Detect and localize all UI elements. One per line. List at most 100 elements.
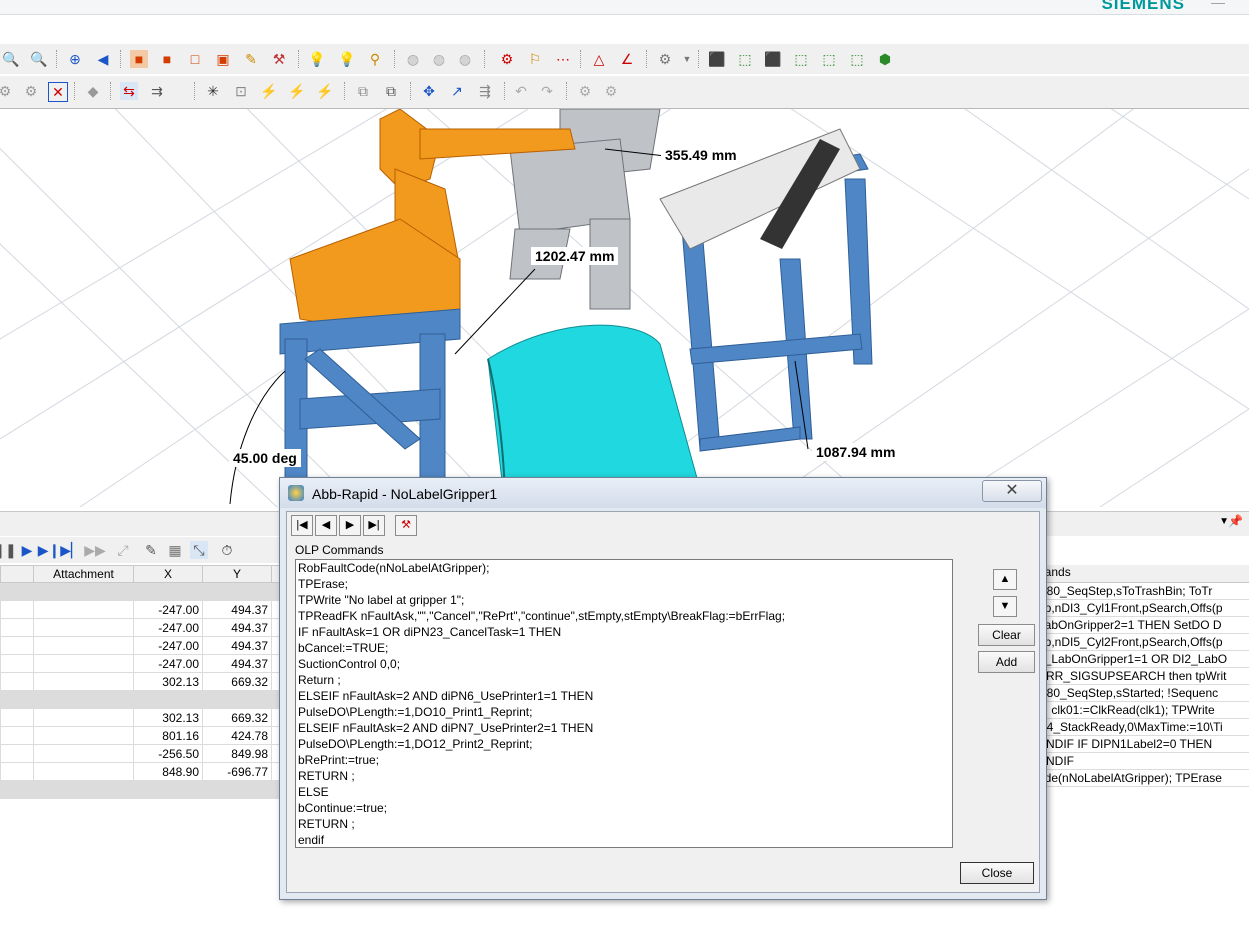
table-row[interactable]: -256.50 849.98 (0, 744, 285, 763)
table-row[interactable] (0, 582, 285, 601)
move-up-icon[interactable]: ▲ (993, 569, 1017, 590)
timer-icon[interactable]: ⏱ (218, 541, 236, 559)
y-cell[interactable]: 669.32 (202, 672, 272, 691)
x-cell[interactable] (133, 582, 203, 601)
robot-action-icon[interactable]: ⚒ (395, 515, 417, 536)
solid-render-icon[interactable]: ■ (130, 50, 148, 68)
align-icon[interactable]: ⇶ (476, 82, 494, 100)
gear-group-icon[interactable]: ⚙ (0, 82, 14, 100)
dialog-titlebar[interactable]: Abb-Rapid - NoLabelGripper1 ✕ (280, 478, 1046, 508)
clear-button[interactable]: Clear (978, 624, 1035, 646)
y-cell[interactable]: 494.37 (202, 618, 272, 637)
rotate-icon[interactable]: ↗ (448, 82, 466, 100)
olp-icon[interactable]: ⤡ (190, 541, 208, 559)
attachment-cell[interactable] (33, 672, 134, 691)
attachment-cell[interactable] (33, 726, 134, 745)
y-cell[interactable]: 669.32 (202, 708, 272, 727)
view-back-icon[interactable]: ⬚ (848, 50, 866, 68)
y-cell[interactable] (202, 690, 272, 709)
x-cell[interactable]: -247.00 (133, 600, 203, 619)
jump-end-icon[interactable]: ▶▏ (60, 541, 82, 559)
attachment-cell[interactable] (33, 600, 134, 619)
attachment-cell[interactable] (33, 780, 134, 799)
path-icon[interactable]: ⋯ (554, 50, 572, 68)
add-button[interactable]: Add (978, 651, 1035, 673)
pencil-icon[interactable]: ✎ (242, 50, 260, 68)
zoom-window-icon[interactable]: 🔍 (2, 50, 20, 68)
table-row[interactable]: 302.13 669.32 (0, 708, 285, 727)
view-bottom-icon[interactable]: ⬢ (876, 50, 894, 68)
y-cell[interactable]: 494.37 (202, 654, 272, 673)
olp-commands-editor[interactable]: RobFaultCode(nNoLabelAtGripper); TPErase;… (295, 559, 953, 848)
move-icon[interactable]: ✥ (420, 82, 438, 100)
command-cell[interactable]: LabOnGripper2=1 THEN SetDO D (1036, 617, 1249, 634)
x-cell[interactable]: 801.16 (133, 726, 203, 745)
command-cell[interactable]: N4_StackReady,0\MaxTime:=10\Ti (1036, 719, 1249, 736)
play-icon[interactable]: ▶ (18, 541, 36, 559)
x-cell[interactable]: -247.00 (133, 636, 203, 655)
table-row[interactable]: -247.00 494.37 (0, 654, 285, 673)
y-cell[interactable]: 494.37 (202, 600, 272, 619)
measure-angle-icon[interactable]: ∠ (618, 50, 636, 68)
tool-icon[interactable]: ⚒ (270, 50, 288, 68)
attachment-cell[interactable] (33, 618, 134, 637)
light-edit-icon[interactable]: ⚲ (366, 50, 384, 68)
previous-record-icon[interactable]: ◀ (315, 515, 337, 536)
shaded-render-icon[interactable]: ■ (158, 50, 176, 68)
x-cell[interactable] (133, 780, 203, 799)
table-row[interactable] (0, 690, 285, 709)
wireframe-render-icon[interactable]: □ (186, 50, 204, 68)
detach-icon[interactable]: ⇉ (148, 82, 166, 100)
y-cell[interactable]: 424.78 (202, 726, 272, 745)
attachment-cell[interactable] (33, 708, 134, 727)
grid-header-y[interactable]: Y (202, 565, 272, 583)
move-down-icon[interactable]: ▼ (993, 596, 1017, 617)
robot-icon[interactable]: ⚙ (498, 50, 516, 68)
command-cell[interactable]: op,nDI5_Cyl2Front,pSearch,Offs(p (1036, 634, 1249, 651)
y-cell[interactable] (202, 780, 272, 799)
attachment-cell[interactable] (33, 744, 134, 763)
3d-viewport[interactable]: 355.49 mm 1202.47 mm 1087.94 mm 45.00 de… (0, 109, 1249, 507)
pause-icon[interactable]: ❚❚ (0, 541, 17, 559)
last-record-icon[interactable]: ▶| (363, 515, 385, 536)
x-cell[interactable] (133, 690, 203, 709)
view-icon[interactable]: ◀ (94, 50, 112, 68)
command-cell[interactable]: 1; clk01:=ClkRead(clk1); TPWrite (1036, 702, 1249, 719)
measure-distance-icon[interactable]: △ (590, 50, 608, 68)
crosshair-icon[interactable]: ⊕ (66, 50, 84, 68)
grid-header-x[interactable]: X (133, 565, 203, 583)
table-row[interactable]: -247.00 494.37 (0, 618, 285, 637)
table-icon[interactable]: ▦ (166, 541, 184, 559)
snap-icon[interactable]: ⇆ (120, 82, 138, 100)
paste-icon[interactable]: ⧉ (382, 82, 400, 100)
view-right-icon[interactable]: ⬚ (820, 50, 838, 68)
table-row[interactable]: -247.00 494.37 (0, 600, 285, 619)
x-cell[interactable]: 302.13 (133, 672, 203, 691)
command-cell[interactable]: N80_SeqStep,sToTrashBin; ToTr (1036, 583, 1249, 600)
step-forward-icon[interactable]: ▶❙ (38, 541, 61, 559)
x-cell[interactable]: 302.13 (133, 708, 203, 727)
pin-icon[interactable]: 📌 (1228, 514, 1243, 528)
command-cell[interactable]: 1_LabOnGripper1=1 OR DI2_LabO (1036, 651, 1249, 668)
settings-icon[interactable]: ⚙ (656, 50, 674, 68)
x-cell[interactable]: -256.50 (133, 744, 203, 763)
attach-icon[interactable]: ◆ (84, 82, 102, 100)
command-cell[interactable]: ode(nNoLabelAtGripper); TPErase (1036, 770, 1249, 787)
command-cell[interactable]: N80_SeqStep,sStarted; !Sequenc (1036, 685, 1249, 702)
command-cell[interactable]: ENDIF IF DIPN1Label2=0 THEN (1036, 736, 1249, 753)
x-cell[interactable]: -247.00 (133, 654, 203, 673)
view-left-icon[interactable]: ⬚ (792, 50, 810, 68)
tcp-icon[interactable]: ⚐ (526, 50, 544, 68)
chevron-down-icon[interactable]: ▼ (678, 50, 696, 68)
joint-icon[interactable]: ⚡ (260, 82, 278, 100)
close-icon[interactable]: ✕ (982, 480, 1042, 502)
x-cell[interactable]: -247.00 (133, 618, 203, 637)
command-cell[interactable]: op,nDI3_Cyl1Front,pSearch,Offs(p (1036, 600, 1249, 617)
command-cell[interactable]: ENDIF (1036, 753, 1249, 770)
attachment-cell[interactable] (33, 654, 134, 673)
bulb-icon[interactable]: 💡 (338, 50, 356, 68)
view-iso-icon[interactable]: ⬛ (708, 50, 726, 68)
y-cell[interactable]: 849.98 (202, 744, 272, 763)
next-record-icon[interactable]: ▶ (339, 515, 361, 536)
joint-edit-icon[interactable]: ⚡ (288, 82, 306, 100)
